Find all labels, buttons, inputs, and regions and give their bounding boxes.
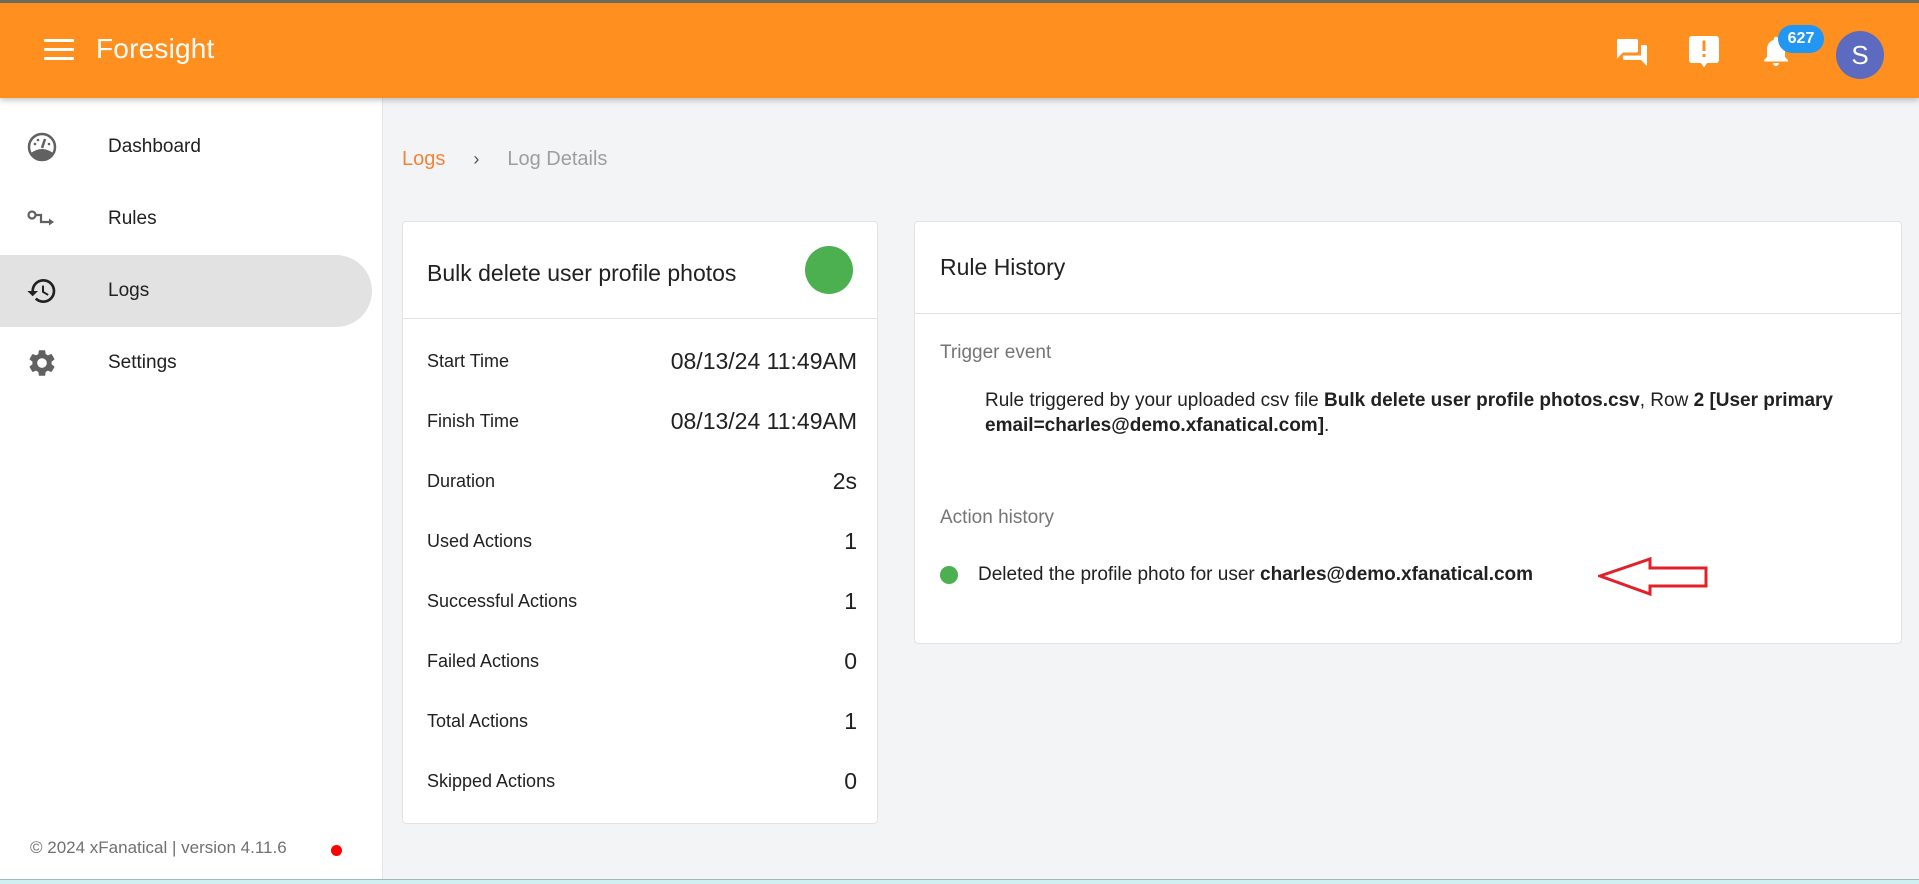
stat-value: 0 (844, 767, 857, 794)
chat-icon[interactable] (1614, 33, 1650, 69)
sidebar: Dashboard Rules Logs Settings © 2024 xFa… (0, 98, 383, 884)
success-status-dot (940, 566, 958, 584)
action-history-label: Action history (940, 507, 1055, 528)
stat-row-successful-actions: Successful Actions 1 (427, 581, 857, 621)
stat-label: Skipped Actions (427, 770, 556, 791)
trigger-prefix: Rule triggered by your uploaded csv file (985, 390, 1325, 411)
sidebar-item-dashboard[interactable]: Dashboard (0, 111, 372, 183)
log-summary-card: Bulk delete user profile photos Start Ti… (402, 221, 878, 824)
user-avatar[interactable]: S (1836, 31, 1884, 79)
sidebar-item-logs[interactable]: Logs (0, 255, 372, 327)
stat-row-total-actions: Total Actions 1 (427, 701, 857, 741)
stat-label: Start Time (427, 350, 510, 371)
footer-status-indicator (331, 845, 342, 856)
sidebar-item-rules[interactable]: Rules (0, 183, 372, 255)
stat-label: Duration (427, 470, 496, 491)
menu-icon[interactable] (44, 39, 74, 63)
stat-value: 1 (844, 707, 857, 734)
app-title: Foresight (96, 33, 215, 64)
stat-value: 1 (844, 587, 857, 614)
window-top-edge (0, 0, 1919, 3)
chevron-right-icon: › (473, 149, 480, 169)
sidebar-item-label: Settings (108, 352, 177, 373)
action-history-item: Deleted the profile photo for user charl… (940, 564, 1533, 586)
summary-header: Bulk delete user profile photos (403, 222, 877, 319)
rule-history-header: Rule History (915, 222, 1901, 314)
breadcrumb-current: Log Details (507, 148, 608, 170)
stat-label: Failed Actions (427, 650, 540, 671)
stat-label: Total Actions (427, 710, 529, 731)
sidebar-item-label: Logs (108, 280, 150, 301)
stat-row-duration: Duration 2s (427, 461, 857, 501)
window-bottom-edge (0, 879, 1919, 884)
feedback-icon[interactable] (1686, 33, 1722, 69)
footer-version: © 2024 xFanatical | version 4.11.6 (30, 838, 287, 857)
trigger-row-text: , Row (1639, 390, 1694, 411)
red-annotation-arrow-icon (1598, 556, 1708, 596)
stat-value: 0 (844, 647, 857, 674)
app-bar: Foresight 627 S (0, 3, 1919, 98)
stat-row-skipped-actions: Skipped Actions 0 (427, 761, 857, 801)
stat-row-start-time: Start Time 08/13/24 11:49AM (427, 341, 857, 381)
stat-value: 08/13/24 11:49AM (670, 347, 857, 374)
stat-row-finish-time: Finish Time 08/13/24 11:49AM (427, 401, 857, 441)
action-target-email: charles@demo.xfanatical.com (1260, 564, 1534, 585)
speedometer-icon (26, 131, 58, 163)
trigger-event-label: Trigger event (940, 342, 1052, 363)
trigger-file-name: Bulk delete user profile photos.csv (1324, 390, 1640, 411)
rule-flow-icon (26, 203, 58, 235)
history-icon (26, 275, 58, 307)
action-text: Deleted the profile photo for user charl… (978, 564, 1533, 586)
notification-count-badge: 627 (1778, 25, 1824, 53)
gear-icon (26, 347, 58, 379)
rule-history-title: Rule History (940, 254, 1066, 280)
stat-label: Successful Actions (427, 590, 578, 611)
sidebar-item-settings[interactable]: Settings (0, 327, 372, 399)
success-status-indicator (805, 246, 853, 294)
sidebar-item-label: Dashboard (108, 136, 201, 157)
stat-row-used-actions: Used Actions 1 (427, 521, 857, 561)
breadcrumb: Logs › Log Details (402, 148, 607, 171)
trigger-event-text: Rule triggered by your uploaded csv file… (985, 388, 1845, 438)
stat-value: 1 (844, 527, 857, 554)
action-description: Deleted the profile photo for user (978, 564, 1261, 585)
log-title: Bulk delete user profile photos (427, 260, 737, 286)
stat-value: 2s (832, 467, 857, 494)
trigger-suffix: . (1324, 415, 1330, 436)
rule-history-card: Rule History Trigger event Rule triggere… (914, 221, 1902, 644)
stat-value: 08/13/24 11:49AM (670, 407, 857, 434)
stat-label: Used Actions (427, 530, 533, 551)
breadcrumb-logs-link[interactable]: Logs (402, 148, 445, 171)
stat-row-failed-actions: Failed Actions 0 (427, 641, 857, 681)
sidebar-item-label: Rules (108, 208, 157, 229)
stat-label: Finish Time (427, 410, 520, 431)
